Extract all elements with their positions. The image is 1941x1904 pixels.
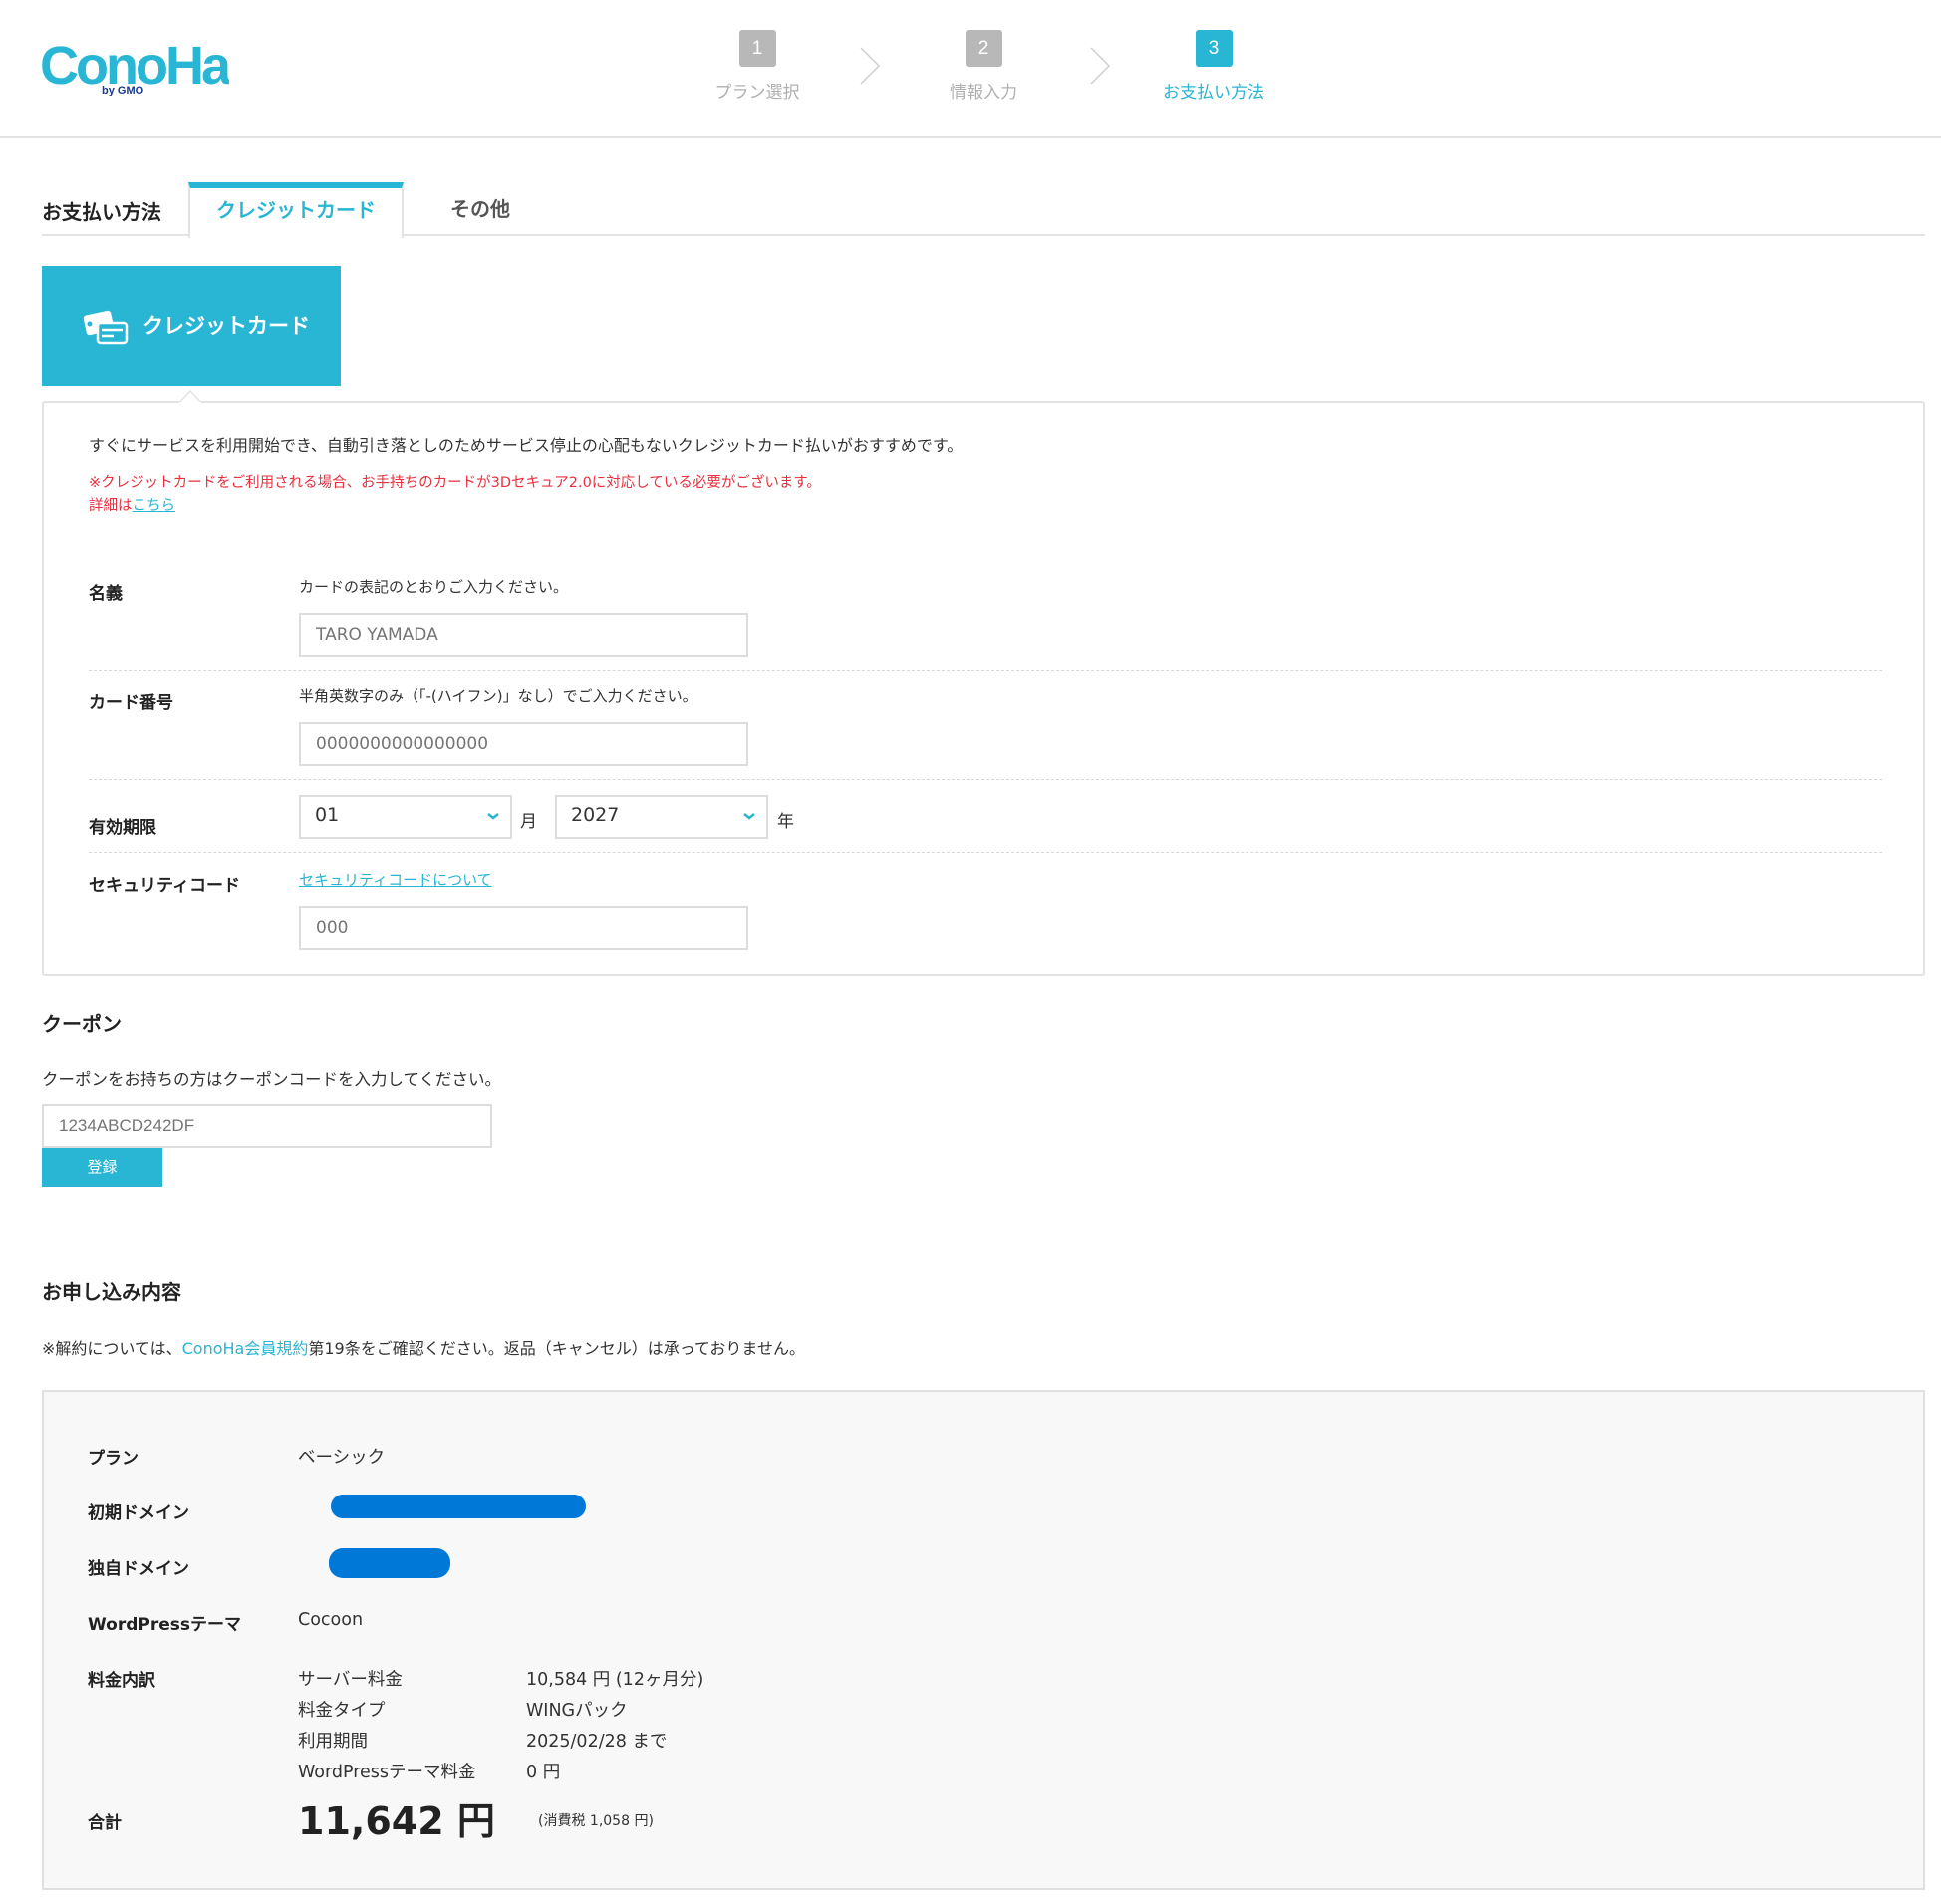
card-number-label: カード番号 [89,693,173,713]
cardholder-name-input[interactable] [299,613,748,657]
details-line: 詳細はこちら [89,495,821,518]
plan-label: プラン [88,1449,139,1469]
step-plan-select: 1 プラン選択 [688,30,827,103]
page-header: ConoHa by GMO 1 プラン選択 2 情報入力 3 お支払い方法 [0,0,1941,138]
credit-card-form-panel: すぐにサービスを利用開始でき、自動引き落としのためサービス停止の心配もないクレジ… [42,401,1925,976]
order-summary-heading: お申し込み内容 [42,1280,181,1304]
fee-value: WINGパック [526,1701,628,1721]
theme-label: WordPressテーマ [88,1615,241,1635]
tab-other[interactable]: その他 [420,182,540,236]
chevron-down-icon [743,813,755,820]
initial-domain-label: 初期ドメイン [88,1503,189,1523]
security-code-help: セキュリティコードについて [299,869,492,890]
year-unit: 年 [777,812,794,832]
credit-card-method-tile[interactable]: クレジットカード [42,266,341,386]
security-code-input[interactable] [299,906,748,950]
step-number: 1 [738,30,776,67]
payment-tabs: お支払い方法 クレジットカード その他 [42,182,1925,238]
step-info-input: 2 情報入力 [914,30,1053,103]
redacted-initial-domain [331,1495,586,1518]
month-unit: 月 [520,812,537,832]
cardholder-name-label: 名義 [89,584,123,604]
security-code-help-link[interactable]: セキュリティコードについて [299,871,492,889]
fee-name: 料金タイプ [298,1701,386,1721]
note-suffix: 第19条をご確認ください。返品（キャンセル）は承っておりません。 [308,1339,805,1358]
fee-name: 利用期間 [298,1732,368,1752]
expiry-year-value: 2027 [571,804,620,826]
custom-domain-label: 独自ドメイン [88,1559,189,1579]
total-tax: (消費税 1,058 円) [538,1813,654,1829]
row-divider [89,670,1882,671]
coupon-heading: クーポン [42,1012,122,1036]
row-divider [89,852,1882,853]
credit-card-intro: すぐにサービスを利用開始でき、自動引き落としのためサービス停止の心配もないクレジ… [89,436,964,455]
details-prefix: 詳細は [89,498,133,514]
cancellation-note: ※解約については、ConoHa会員規約第19条をご確認ください。返品（キャンセル… [42,1335,805,1359]
method-tile-label: クレジットカード [142,314,310,338]
card-number-input[interactable] [299,722,748,766]
fee-value: 10,584 円 (12ヶ月分) [526,1670,704,1690]
expiry-label: 有効期限 [89,818,156,838]
expiry-year-select[interactable]: 2027 [555,795,768,839]
fee-name: WordPressテーマ料金 [298,1763,476,1782]
redacted-custom-domain [329,1548,450,1578]
coupon-description: クーポンをお持ちの方はクーポンコードを入力してください。 [42,1070,502,1089]
3d-secure-warning: ※クレジットカードをご利用される場合、お手持ちのカードが3Dセキュア2.0に対応… [89,472,821,518]
fee-value: 0 円 [526,1763,561,1782]
progress-steps: 1 プラン選択 2 情報入力 3 お支払い方法 [0,0,1941,136]
chevron-right-icon [1090,47,1111,85]
step-payment-method: 3 お支払い方法 [1144,30,1283,103]
terms-link[interactable]: ConoHa会員規約 [182,1339,309,1358]
coupon-code-input[interactable] [42,1104,492,1148]
tab-credit-card[interactable]: クレジットカード [188,182,404,238]
details-link[interactable]: こちら [133,498,176,514]
step-label: お支払い方法 [1163,83,1264,103]
card-number-hint: 半角英数字のみ（「-(ハイフン)」なし）でご入力ください。 [299,687,697,705]
step-label: プラン選択 [714,83,800,103]
cardholder-name-hint: カードの表記のとおりご入力ください。 [299,578,569,596]
fees-label: 料金内訳 [88,1671,155,1691]
theme-value: Cocoon [298,1610,364,1630]
security-code-label: セキュリティコード [89,876,240,896]
warning-text: ※クレジットカードをご利用される場合、お手持ちのカードが3Dセキュア2.0に対応… [89,475,821,491]
fee-name: サーバー料金 [298,1670,403,1690]
plan-value: ベーシック [298,1448,386,1468]
payment-method-heading: お支払い方法 [42,200,161,224]
total-amount: 11,642 円 [298,1799,495,1843]
note-prefix: ※解約については、 [42,1339,182,1358]
total-label: 合計 [88,1813,122,1833]
expiry-month-value: 01 [315,804,340,826]
chevron-right-icon [860,47,881,85]
credit-card-icon [83,310,129,345]
step-number: 2 [965,30,1002,67]
step-number: 3 [1195,30,1233,67]
coupon-register-button[interactable]: 登録 [42,1148,162,1187]
row-divider [89,779,1882,780]
expiry-month-select[interactable]: 01 [299,795,512,839]
step-label: 情報入力 [950,83,1017,103]
order-summary-box: プラン ベーシック 初期ドメイン 独自ドメイン WordPressテーマ Coc… [42,1390,1925,1890]
chevron-down-icon [487,813,499,820]
fee-value: 2025/02/28 まで [526,1732,668,1752]
tile-pointer [179,390,201,403]
